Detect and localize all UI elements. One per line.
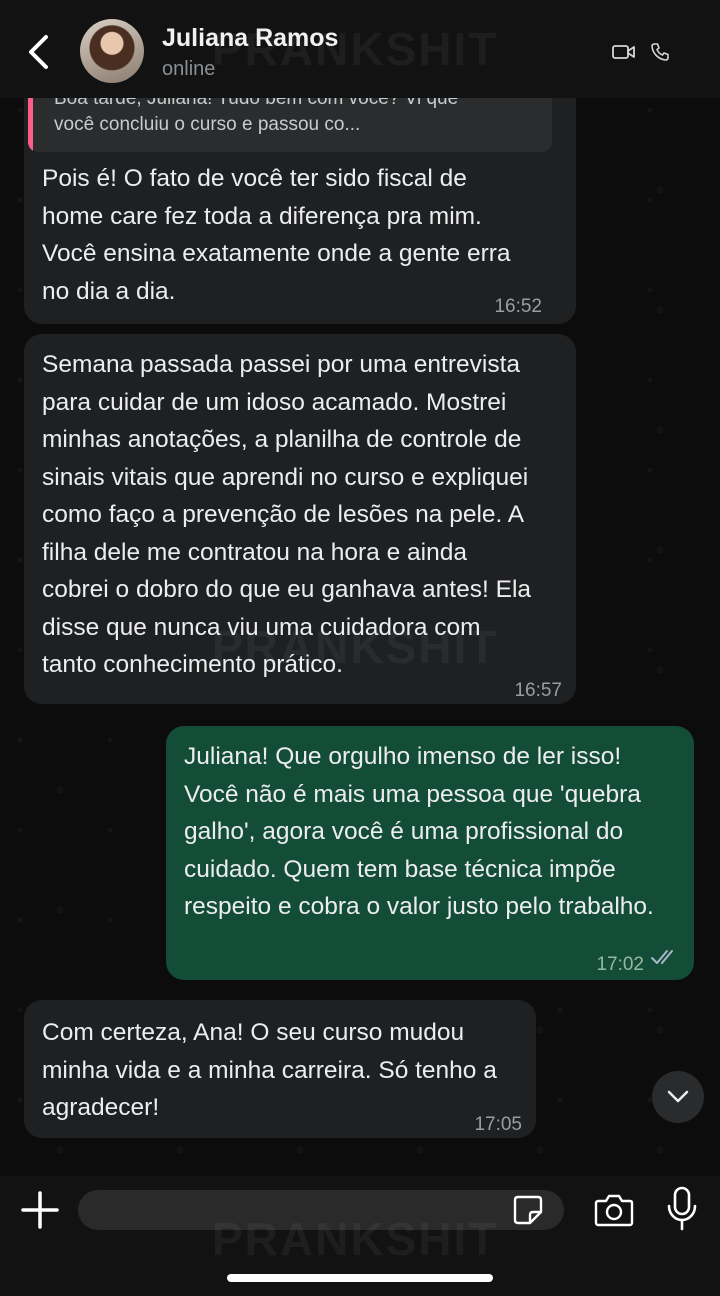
double-check-icon [651, 950, 673, 964]
back-button[interactable] [18, 30, 58, 74]
camera-icon[interactable] [594, 1192, 634, 1228]
phone-call-icon[interactable] [650, 42, 670, 62]
scroll-to-bottom-button[interactable] [652, 1071, 704, 1123]
message-time: 16:52 [494, 296, 542, 317]
message-input[interactable] [78, 1190, 564, 1230]
message-text: Juliana! Que orgulho imenso de ler isso!… [184, 743, 654, 920]
message-bubble-incoming[interactable]: Com certeza, Ana! O seu curso mudou minh… [24, 1000, 536, 1138]
message-text: Semana passada passei por uma entrevista… [42, 351, 532, 678]
microphone-icon[interactable] [666, 1186, 698, 1232]
message-text: Pois é! O fato de você ter sido fiscal d… [42, 165, 511, 305]
chat-header: Juliana Ramos online [0, 0, 720, 98]
contact-name[interactable]: Juliana Ramos [162, 24, 338, 53]
sticker-icon[interactable] [512, 1194, 544, 1226]
message-composer [0, 1176, 720, 1296]
avatar[interactable] [80, 19, 144, 83]
video-call-icon[interactable] [612, 42, 636, 62]
message-time: 16:57 [514, 680, 562, 701]
chevron-left-icon [29, 35, 48, 69]
contact-status: online [162, 58, 216, 80]
message-bubble-incoming[interactable]: Semana passada passei por uma entrevista… [24, 334, 576, 704]
message-text: Com certeza, Ana! O seu curso mudou minh… [42, 1019, 497, 1121]
message-time: 17:02 [596, 954, 644, 975]
chevron-down-icon [667, 1090, 689, 1103]
message-bubble-outgoing[interactable]: Juliana! Que orgulho imenso de ler isso!… [166, 726, 694, 980]
plus-icon[interactable] [20, 1190, 60, 1230]
home-indicator [227, 1274, 493, 1282]
message-time: 17:05 [474, 1114, 522, 1135]
